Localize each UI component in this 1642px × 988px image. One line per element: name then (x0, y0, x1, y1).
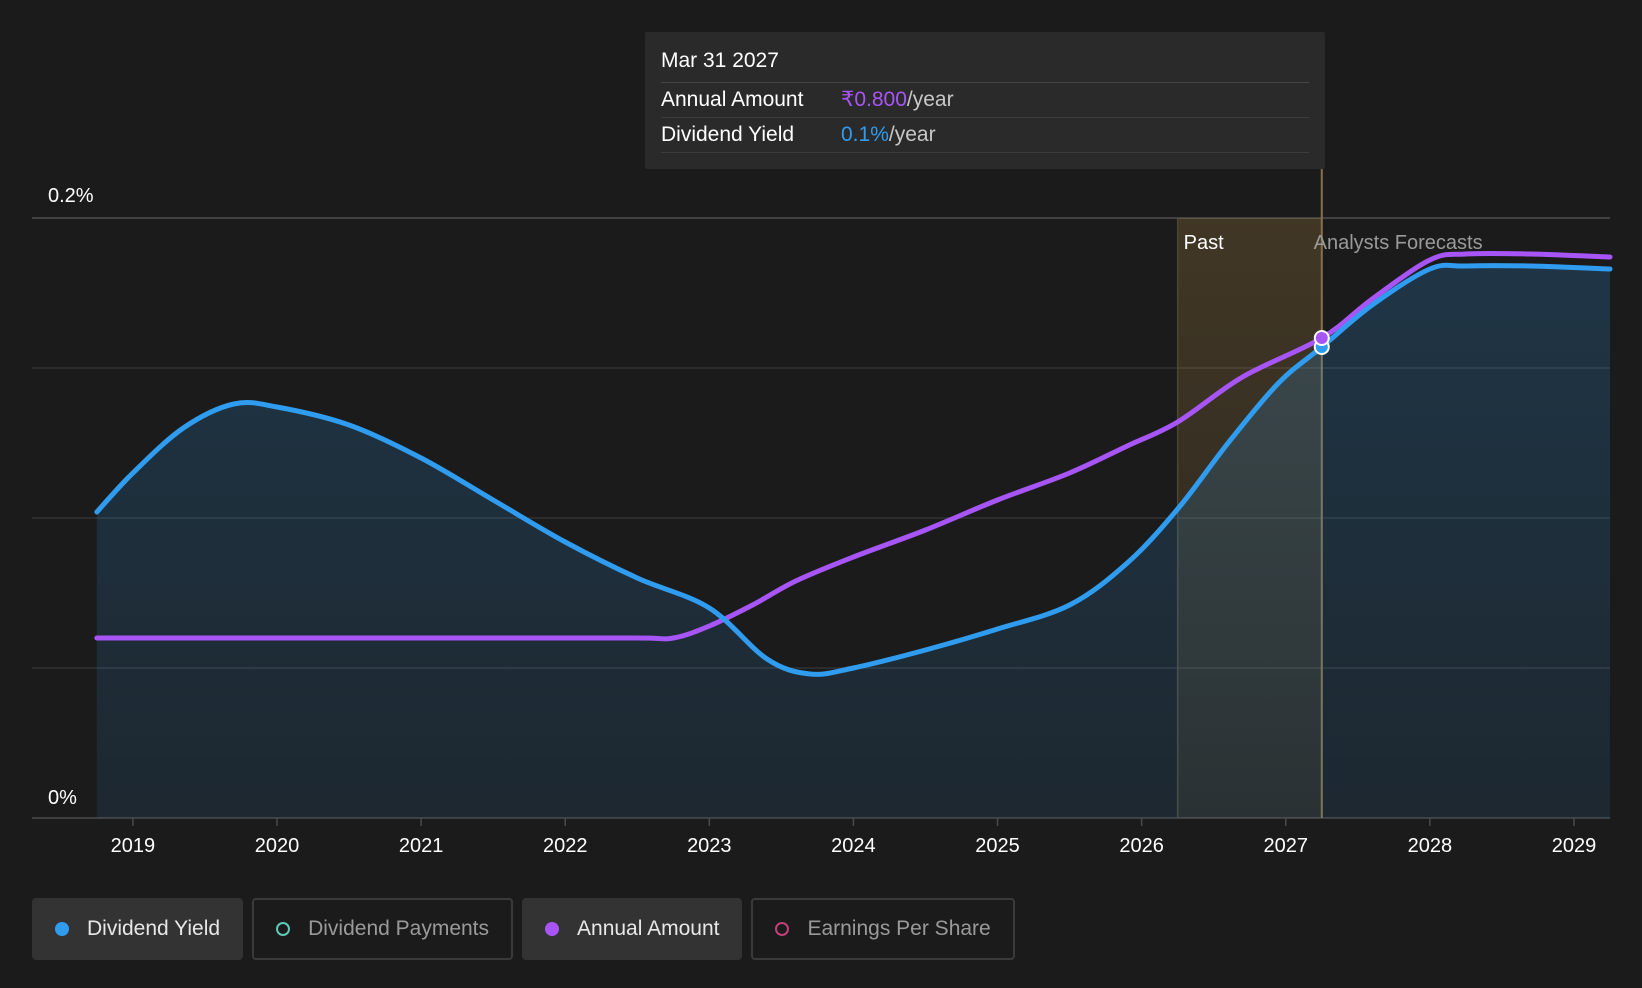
annual-amount-dot-icon (545, 922, 560, 936)
dividend-payments-ring-icon (276, 922, 291, 936)
forecast-label: Analysts Forecasts (1314, 232, 1483, 254)
dividend-yield-dot-icon (55, 922, 69, 936)
tooltip-row-dividend-yield: Dividend Yield 0.1% /year (661, 118, 1309, 153)
legend-dividend-yield[interactable]: Dividend Yield (32, 898, 244, 960)
tooltip-unit: /year (906, 88, 954, 111)
tooltip-value: 0.1% (841, 123, 889, 146)
x-tick-label: 2027 (1264, 835, 1309, 857)
past-label: Past (1184, 232, 1224, 254)
tooltip-date: Mar 31 2027 (661, 46, 1309, 83)
x-tick-label: 2020 (255, 835, 300, 857)
x-tick-label: 2029 (1552, 835, 1597, 857)
legend-dividend-payments[interactable]: Dividend Payments (252, 898, 514, 960)
highlight-marker-annual-amount (1313, 330, 1330, 346)
legend-label: Dividend Yield (87, 917, 221, 940)
tooltip-label: Dividend Yield (661, 123, 795, 146)
chart-legend: Dividend Yield Dividend Payments Annual … (32, 898, 1015, 960)
legend-label: Earnings Per Share (807, 917, 991, 940)
tooltip-unit: /year (888, 123, 936, 146)
x-tick-label: 2021 (399, 835, 444, 857)
x-tick-label: 2028 (1408, 835, 1453, 857)
x-tick-label: 2019 (111, 835, 156, 857)
legend-earnings-per-share[interactable]: Earnings Per Share (751, 898, 1015, 960)
series-area-dividend-yield (96, 265, 1610, 818)
earnings-per-share-ring-icon (775, 922, 790, 936)
tooltip-value: ₹0.800 (841, 88, 907, 111)
legend-label: Annual Amount (577, 917, 720, 940)
x-tick-label: 2026 (1119, 835, 1164, 857)
legend-label: Dividend Payments (308, 917, 490, 940)
legend-annual-amount[interactable]: Annual Amount (522, 898, 743, 960)
x-tick-label: 2024 (831, 835, 876, 857)
tooltip-row-annual-amount: Annual Amount ₹0.800 /year (661, 83, 1309, 118)
y-tick-label: 0.2% (48, 185, 94, 207)
tooltip-label: Annual Amount (661, 88, 804, 111)
x-tick-label: 2023 (687, 835, 732, 857)
y-tick-label: 0% (48, 787, 77, 809)
x-tick-label: 2022 (543, 835, 588, 857)
x-tick-label: 2025 (975, 835, 1020, 857)
chart-tooltip: Mar 31 2027 Annual Amount ₹0.800 /year D… (645, 32, 1325, 169)
